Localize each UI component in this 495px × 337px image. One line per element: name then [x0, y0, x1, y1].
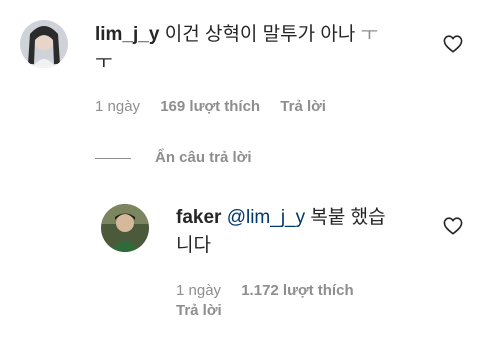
reply-reply-button[interactable]: Trả lời [176, 302, 222, 319]
comment-avatar[interactable] [20, 20, 68, 68]
reply-username[interactable]: faker [176, 207, 221, 228]
comment-like-button[interactable] [443, 35, 463, 53]
reply-meta: 1 ngày 1.172 lượt thích [176, 282, 354, 299]
user-avatar-photo [20, 20, 68, 68]
reply-body: faker @lim_j_y 복붙 했습 니다 [176, 204, 431, 260]
comment-reply-button[interactable]: Trả lời [280, 98, 326, 115]
hide-replies-button[interactable]: Ẩn câu trả lời [155, 149, 252, 166]
comment-text-line2: ㅜ [95, 52, 113, 73]
reply-time[interactable]: 1 ngày [176, 282, 221, 299]
user-avatar-photo [101, 204, 149, 252]
reply-text-line1: 복붙 했습 [310, 207, 386, 228]
reply-mention[interactable]: @lim_j_y [227, 207, 305, 228]
heart-outline-icon [443, 35, 463, 53]
comment-time[interactable]: 1 ngày [95, 98, 140, 115]
hide-replies-label: Ẩn câu trả lời [155, 149, 252, 166]
comment-meta: 1 ngày 169 lượt thích Trả lời [95, 98, 326, 115]
comment-likes-count[interactable]: 169 lượt thích [160, 98, 260, 115]
reply-text-line2: 니다 [176, 235, 211, 256]
comment-text-line1: 이건 상혁이 말투가 아나 [164, 24, 356, 45]
reply-likes-count[interactable]: 1.172 lượt thích [241, 282, 353, 299]
comment-text-tail: ㅜ [360, 24, 379, 45]
hide-replies-divider [95, 158, 131, 159]
comment-username[interactable]: lim_j_y [95, 24, 159, 45]
reply-like-button[interactable] [443, 217, 463, 235]
comment-body: lim_j_y 이건 상혁이 말투가 아나 ㅜ ㅜ [95, 21, 425, 77]
reply-reply-row: Trả lời [176, 302, 222, 319]
heart-outline-icon [443, 217, 463, 235]
reply-avatar[interactable] [101, 204, 149, 252]
